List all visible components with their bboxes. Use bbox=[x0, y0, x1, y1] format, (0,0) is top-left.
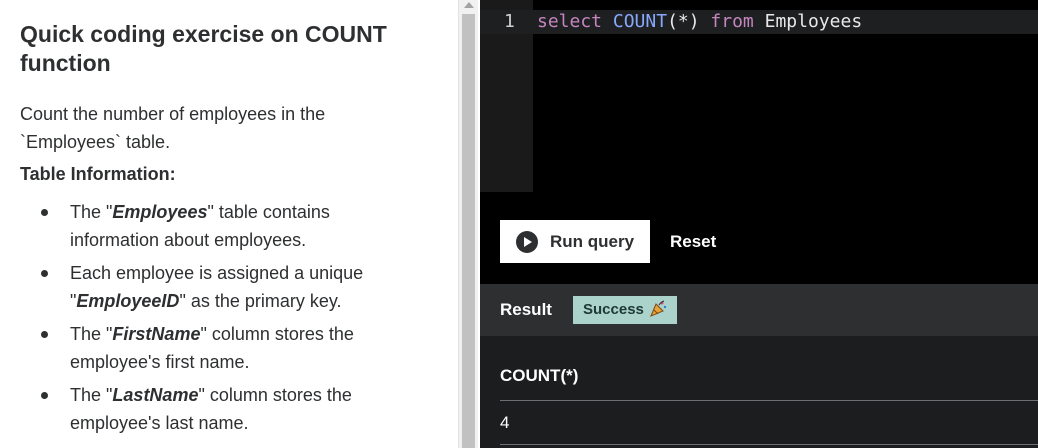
column-header: COUNT(*) bbox=[500, 366, 579, 385]
list-item: The "FirstName" column stores the employ… bbox=[20, 320, 400, 376]
exercise-description: Count the number of employees in the `Em… bbox=[20, 104, 326, 152]
action-bar: Run query Reset bbox=[480, 192, 1038, 284]
query-panel: 1 select COUNT(*) from Employees Run que… bbox=[480, 0, 1038, 448]
line-number: 1 bbox=[504, 11, 515, 32]
bullet-text-pre: The " bbox=[70, 202, 113, 222]
scrollbar-thumb[interactable] bbox=[462, 14, 475, 448]
table-name: Employees bbox=[764, 11, 863, 32]
function-args: (*) bbox=[667, 11, 700, 32]
row-divider bbox=[500, 444, 1038, 445]
table-info-list: The "Employees" table contains informati… bbox=[20, 198, 430, 437]
code-editor[interactable]: 1 select COUNT(*) from Employees bbox=[480, 0, 1038, 192]
bullet-icon bbox=[41, 331, 48, 338]
bullet-text-post: " as the primary key. bbox=[179, 291, 342, 311]
bullet-icon bbox=[41, 270, 48, 277]
bullet-icon bbox=[41, 392, 48, 399]
result-label: Result bbox=[500, 300, 552, 319]
bullet-text-pre: The " bbox=[70, 324, 113, 344]
keyword-select: select bbox=[537, 11, 603, 32]
function-count: COUNT bbox=[612, 11, 668, 32]
bullet-emphasis: LastName bbox=[112, 385, 199, 405]
status-text: Success bbox=[583, 301, 644, 318]
table-info-heading: Table Information: bbox=[20, 164, 176, 184]
bullet-emphasis: FirstName bbox=[112, 324, 201, 344]
run-query-label: Run query bbox=[550, 231, 635, 251]
header-divider bbox=[500, 400, 1038, 401]
keyword-from: from bbox=[710, 11, 754, 32]
play-icon bbox=[516, 230, 538, 253]
code-line[interactable]: select COUNT(*) from Employees bbox=[537, 10, 862, 34]
status-badge: Success bbox=[573, 296, 678, 324]
table-cell: 4 bbox=[500, 413, 510, 432]
party-popper-icon bbox=[650, 300, 667, 317]
instructions-panel: Quick coding exercise on COUNT function … bbox=[0, 0, 458, 448]
run-query-button[interactable]: Run query bbox=[500, 220, 650, 263]
bullet-icon bbox=[41, 209, 48, 216]
bullet-emphasis: EmployeeID bbox=[76, 291, 180, 311]
list-item: The "LastName" column stores the employe… bbox=[20, 381, 400, 437]
list-item: The "Employees" table contains informati… bbox=[20, 198, 400, 254]
reset-button[interactable]: Reset bbox=[670, 220, 716, 263]
scroll-up-arrow-icon[interactable] bbox=[464, 2, 474, 8]
list-item: Each employee is assigned a unique "Empl… bbox=[20, 259, 400, 315]
bullet-text-pre: The " bbox=[70, 385, 113, 405]
instructions-scrollbar[interactable] bbox=[458, 0, 478, 448]
bullet-emphasis: Employees bbox=[112, 202, 208, 222]
result-table: COUNT(*) 4 bbox=[480, 336, 1038, 448]
exercise-title: Quick coding exercise on COUNT function bbox=[20, 21, 387, 76]
result-header: Result Success bbox=[480, 284, 1038, 336]
